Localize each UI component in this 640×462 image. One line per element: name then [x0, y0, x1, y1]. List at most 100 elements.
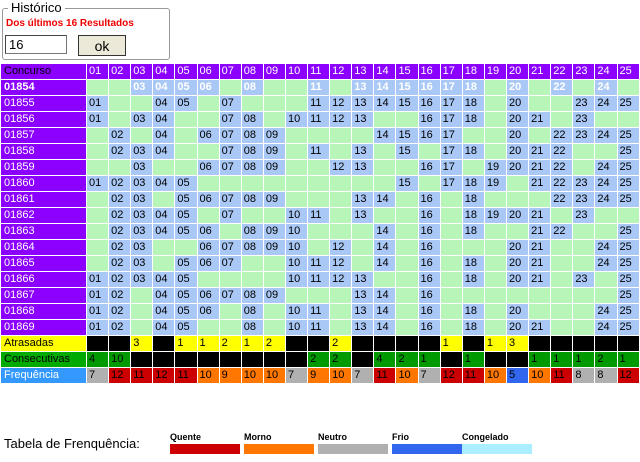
frequencia-cell: 7 [285, 368, 308, 383]
empty-cell [374, 112, 396, 127]
concurso-id[interactable]: 01858 [1, 144, 86, 159]
empty-cell [330, 128, 352, 143]
drawn-number-cell: 06 [197, 160, 219, 175]
legend-item-morno: Morno [244, 432, 314, 454]
concurso-id[interactable]: 01854 [1, 80, 86, 95]
column-header: 03 [131, 64, 153, 79]
drawn-number-cell: 21 [529, 208, 551, 223]
drawn-number-cell: 06 [197, 80, 219, 95]
concurso-id[interactable]: 01863 [1, 224, 86, 239]
frequencia-cell: 11 [462, 368, 484, 383]
drawn-number-cell: 01 [86, 304, 109, 319]
column-header: 07 [219, 64, 241, 79]
concurso-id[interactable]: 01860 [1, 176, 86, 191]
drawn-number-cell: 17 [440, 128, 462, 143]
drawn-number-cell: 13 [352, 80, 374, 95]
empty-cell [573, 240, 595, 255]
concurso-id[interactable]: 01855 [1, 96, 86, 111]
drawn-number-cell: 16 [418, 128, 440, 143]
empty-cell [595, 224, 617, 239]
empty-cell [175, 144, 197, 159]
concurso-id[interactable]: 01867 [1, 288, 86, 303]
drawn-number-cell: 05 [175, 192, 197, 207]
drawn-number-cell: 15 [396, 128, 418, 143]
historico-panel: Histórico Dos últimos 16 Resultados ok [2, 0, 170, 60]
consecutivas-cell: 1 [551, 352, 573, 367]
frequencia-cell: 9 [308, 368, 330, 383]
atrasadas-cell [109, 336, 131, 351]
empty-cell [506, 288, 529, 303]
concurso-id[interactable]: 01856 [1, 112, 86, 127]
empty-cell [484, 224, 506, 239]
empty-cell [462, 128, 484, 143]
empty-cell [285, 160, 308, 175]
drawn-number-cell: 01 [86, 288, 109, 303]
empty-cell [263, 176, 285, 191]
concurso-id[interactable]: 01868 [1, 304, 86, 319]
empty-cell [617, 208, 639, 223]
drawn-number-cell: 14 [374, 240, 396, 255]
frequencia-cell: 12 [440, 368, 462, 383]
drawn-number-cell: 10 [285, 224, 308, 239]
empty-cell [462, 240, 484, 255]
ok-button[interactable]: ok [78, 35, 126, 56]
drawn-number-cell: 22 [551, 128, 573, 143]
drawn-number-cell: 11 [308, 96, 330, 111]
drawn-number-cell: 08 [241, 320, 263, 335]
empty-cell [374, 176, 396, 191]
drawn-number-cell: 22 [551, 144, 573, 159]
empty-cell [86, 224, 109, 239]
concurso-id[interactable]: 01869 [1, 320, 86, 335]
drawn-number-cell: 10 [285, 320, 308, 335]
empty-cell [374, 160, 396, 175]
drawn-number-cell: 25 [617, 96, 639, 111]
drawn-number-cell: 12 [330, 112, 352, 127]
drawn-number-cell: 24 [595, 192, 617, 207]
empty-cell [131, 128, 153, 143]
frequencia-cell: 11 [374, 368, 396, 383]
drawn-number-cell: 18 [462, 144, 484, 159]
drawn-number-cell: 17 [440, 96, 462, 111]
column-header: 21 [529, 64, 551, 79]
frequencia-cell: 10 [396, 368, 418, 383]
drawn-number-cell: 06 [197, 240, 219, 255]
drawn-number-cell: 20 [506, 160, 529, 175]
consecutivas-cell [153, 352, 175, 367]
drawn-number-cell: 08 [241, 144, 263, 159]
concurso-id[interactable]: 01857 [1, 128, 86, 143]
empty-cell [396, 304, 418, 319]
empty-cell [241, 96, 263, 111]
empty-cell [86, 208, 109, 223]
drawn-number-cell: 13 [352, 304, 374, 319]
drawn-number-cell: 25 [617, 256, 639, 271]
empty-cell [573, 80, 595, 95]
drawn-number-cell: 21 [529, 144, 551, 159]
drawn-number-cell: 08 [241, 288, 263, 303]
drawn-number-cell: 02 [109, 272, 131, 287]
table-row: 01865 02 03 05 06 07 10 11 12 14 16 18 20 21 24 25 [1, 256, 639, 271]
consecutivas-cell [352, 352, 374, 367]
drawn-number-cell: 09 [263, 224, 285, 239]
drawn-number-cell: 04 [153, 144, 175, 159]
concurso-id[interactable]: 01866 [1, 272, 86, 287]
drawn-number-cell: 23 [573, 208, 595, 223]
concurso-id[interactable]: 01862 [1, 208, 86, 223]
concurso-id[interactable]: 01864 [1, 240, 86, 255]
empty-cell [285, 80, 308, 95]
empty-cell [263, 304, 285, 319]
empty-cell [374, 144, 396, 159]
concurso-id[interactable]: 01865 [1, 256, 86, 271]
drawn-number-cell: 10 [285, 208, 308, 223]
drawn-number-cell: 20 [506, 320, 529, 335]
results-count-input[interactable] [5, 35, 67, 54]
drawn-number-cell: 22 [551, 80, 573, 95]
drawn-number-cell: 09 [263, 240, 285, 255]
concurso-id[interactable]: 01859 [1, 160, 86, 175]
drawn-number-cell: 05 [175, 96, 197, 111]
drawn-number-cell: 08 [241, 160, 263, 175]
drawn-number-cell: 18 [462, 256, 484, 271]
concurso-id[interactable]: 01861 [1, 192, 86, 207]
empty-cell [263, 256, 285, 271]
empty-cell [374, 208, 396, 223]
drawn-number-cell: 24 [595, 320, 617, 335]
